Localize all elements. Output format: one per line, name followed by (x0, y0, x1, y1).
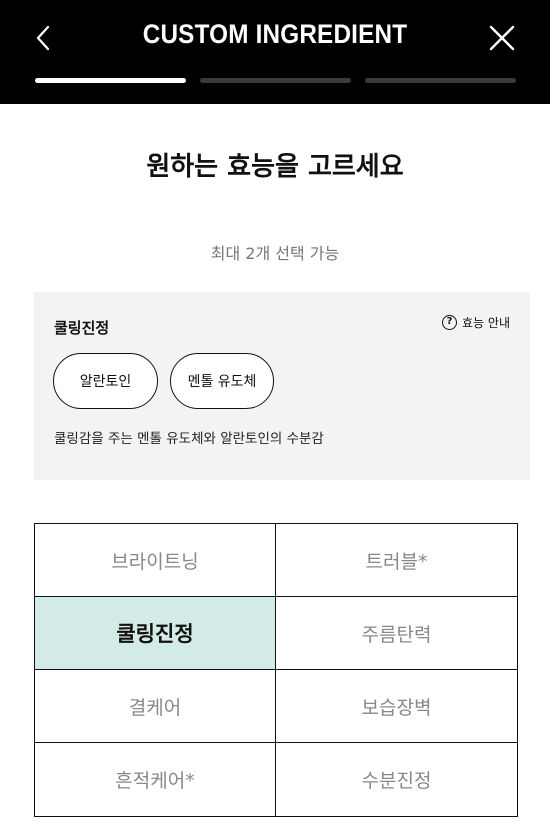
ingredient-chip-allantoin[interactable]: 알란토인 (53, 353, 158, 409)
option-brightening[interactable]: 브라이트닝 (35, 524, 276, 597)
option-scar-care[interactable]: 흔적케어* (35, 743, 276, 816)
option-cooling-soothing[interactable]: 쿨링진정 (35, 597, 276, 670)
option-texture-care[interactable]: 결케어 (35, 670, 276, 743)
header-title: CUSTOM INGREDIENT (142, 19, 408, 49)
option-moisture-barrier[interactable]: 보습장벽 (276, 670, 517, 743)
progress-step-1 (35, 78, 186, 83)
option-wrinkle-elasticity[interactable]: 주름탄력 (276, 597, 517, 670)
close-button[interactable] (484, 20, 520, 56)
ingredient-chip-menthol[interactable]: 멘톨 유도체 (170, 353, 274, 409)
question-title: 원하는 효능을 고르세요 (146, 152, 404, 182)
effect-info-title: 쿨링진정 (54, 319, 110, 337)
effect-guide-link[interactable]: ? 효능 안내 (442, 314, 510, 331)
effect-info-box: 쿨링진정 ? 효능 안내 알란토인 멘톨 유도체 쿨링감을 주는 멘톨 유도체와… (34, 292, 530, 480)
effect-options-grid: 브라이트닝 트러블* 쿨링진정 주름탄력 결케어 보습장벽 흔적케어* 수분진정 (34, 523, 518, 817)
question-circle-icon: ? (442, 315, 458, 330)
progress-step-2 (200, 78, 351, 83)
selection-limit-note: 최대 2개 선택 가능 (210, 244, 340, 263)
close-icon (489, 25, 515, 51)
header: CUSTOM INGREDIENT (0, 0, 550, 104)
option-hydration-soothing[interactable]: 수분진정 (276, 743, 517, 816)
effect-info-description: 쿨링감을 주는 멘톨 유도체와 알란토인의 수분감 (54, 431, 324, 447)
effect-guide-label: 효능 안내 (462, 316, 510, 330)
progress-step-3 (365, 78, 516, 83)
option-trouble[interactable]: 트러블* (276, 524, 517, 597)
